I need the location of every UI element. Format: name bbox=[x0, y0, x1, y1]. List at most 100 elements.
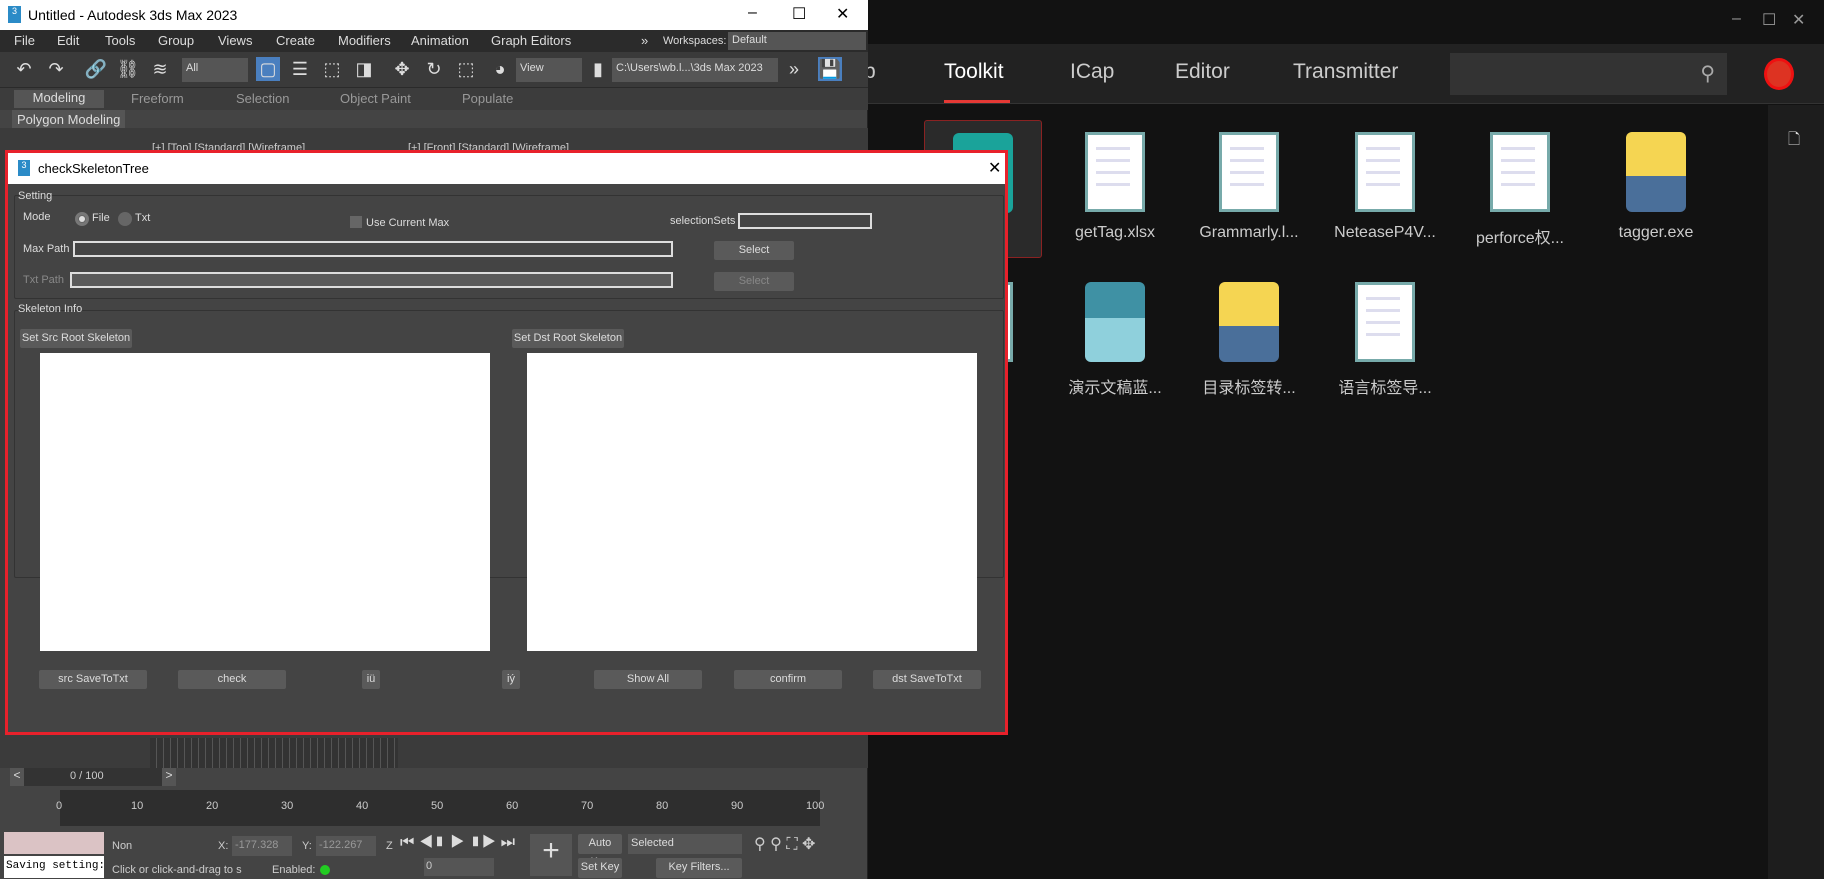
minimize-icon[interactable]: – bbox=[748, 4, 757, 22]
save-icon[interactable]: 💾 bbox=[818, 57, 842, 81]
file-tile[interactable]: 目录标签转... bbox=[1190, 282, 1308, 398]
next-frame-icon[interactable]: > bbox=[162, 768, 176, 786]
file-tile[interactable]: NeteaseP4V... bbox=[1326, 132, 1444, 242]
file-tile[interactable]: 演示文稿蓝... bbox=[1056, 282, 1174, 398]
menu-tools[interactable]: Tools bbox=[105, 33, 135, 48]
track-bar[interactable]: 0 10 20 30 40 50 60 70 80 90 100 bbox=[56, 790, 824, 826]
search-icon[interactable]: ⚲ bbox=[1700, 61, 1715, 86]
maximize-icon[interactable]: ☐ bbox=[1762, 10, 1776, 30]
confirm-button[interactable]: confirm bbox=[734, 670, 842, 689]
txt-path-select-button[interactable]: Select bbox=[714, 272, 794, 291]
pivot-icon[interactable]: ▮ bbox=[586, 57, 610, 81]
maximize-icon[interactable]: ☐ bbox=[792, 4, 806, 24]
scale-icon[interactable]: ⬚ bbox=[454, 57, 478, 81]
more-icon[interactable]: » bbox=[641, 33, 648, 48]
menu-modifiers[interactable]: Modifiers bbox=[338, 33, 391, 48]
src-skeleton-tree[interactable] bbox=[40, 353, 490, 651]
text-file-icon bbox=[1355, 132, 1415, 212]
key-mode-dropdown[interactable]: Selected bbox=[628, 834, 742, 854]
current-frame-spinner[interactable]: 0 bbox=[424, 858, 494, 876]
x-coordinate[interactable]: -177.328 bbox=[232, 836, 292, 856]
use-current-max-checkbox[interactable] bbox=[350, 216, 362, 228]
selection-filter-dropdown[interactable]: All bbox=[182, 58, 248, 82]
select-object-icon[interactable]: ▢ bbox=[256, 57, 280, 81]
next-button[interactable]: iý bbox=[502, 670, 520, 689]
tab-toolkit[interactable]: Toolkit bbox=[944, 60, 1004, 84]
max-path-select-button[interactable]: Select bbox=[714, 241, 794, 260]
redo-icon[interactable]: ↷ bbox=[44, 57, 68, 81]
file-tile-label: 目录标签转... bbox=[1202, 380, 1296, 397]
radio-file[interactable] bbox=[75, 212, 89, 226]
selection-sets-input[interactable] bbox=[738, 213, 872, 229]
close-icon[interactable]: ✕ bbox=[988, 158, 1001, 178]
set-key-icon[interactable]: + bbox=[530, 834, 572, 876]
ref-coord-dropdown[interactable]: View bbox=[516, 58, 582, 82]
check-button[interactable]: check bbox=[178, 670, 286, 689]
file-tile[interactable]: getTag.xlsx bbox=[1056, 132, 1174, 242]
set-key-button[interactable]: Set Key bbox=[578, 858, 622, 878]
dst-save-to-txt-button[interactable]: dst SaveToTxt bbox=[873, 670, 981, 689]
bind-space-warp-icon[interactable]: ≋ bbox=[148, 57, 172, 81]
file-icon[interactable]: 🗋 bbox=[1788, 129, 1800, 154]
polygon-modeling-panel[interactable]: Polygon Modeling bbox=[12, 110, 126, 129]
tab-editor[interactable]: Editor bbox=[1175, 60, 1230, 84]
rotate-icon[interactable]: ↻ bbox=[422, 57, 446, 81]
dst-skeleton-tree[interactable] bbox=[527, 353, 977, 651]
close-icon[interactable]: ✕ bbox=[836, 4, 849, 24]
show-all-button[interactable]: Show All bbox=[594, 670, 702, 689]
menu-animation[interactable]: Animation bbox=[411, 33, 469, 48]
ribbon-tab-selection[interactable]: Selection bbox=[236, 91, 289, 106]
menu-create[interactable]: Create bbox=[276, 33, 315, 48]
radio-txt-label: Txt bbox=[135, 212, 151, 224]
set-dst-root-button[interactable]: Set Dst Root Skeleton bbox=[512, 329, 624, 348]
rect-selection-icon[interactable]: ⬚ bbox=[320, 57, 344, 81]
enabled-indicator[interactable] bbox=[320, 865, 330, 875]
tab-icap[interactable]: ICap bbox=[1070, 60, 1114, 84]
search-input[interactable]: ⚲ bbox=[1450, 53, 1727, 95]
time-slider[interactable]: < 0 / 100 > bbox=[10, 768, 176, 786]
file-tile[interactable]: perforce权... bbox=[1461, 132, 1579, 248]
viewport-navigation-icons[interactable]: ⚲ ⚲ ⛶ ✥ bbox=[754, 834, 815, 854]
file-tile[interactable]: Grammarly.l... bbox=[1190, 132, 1308, 242]
selection-sets-label: selectionSets bbox=[670, 215, 736, 227]
file-tile[interactable]: 语言标签导... bbox=[1326, 282, 1444, 398]
file-tile[interactable]: tagger.exe bbox=[1597, 132, 1715, 242]
radio-txt[interactable] bbox=[118, 212, 132, 226]
select-by-name-icon[interactable]: ☰ bbox=[288, 57, 312, 81]
move-icon[interactable]: ✥ bbox=[390, 57, 414, 81]
more-icon[interactable]: » bbox=[782, 57, 806, 81]
minimize-icon[interactable]: – bbox=[1732, 10, 1741, 28]
key-filters-button[interactable]: Key Filters... bbox=[656, 858, 742, 878]
window-crossing-icon[interactable]: ◨ bbox=[352, 57, 376, 81]
unlink-icon[interactable]: ⛓ bbox=[116, 57, 140, 81]
workspace-dropdown[interactable]: Default bbox=[728, 32, 866, 50]
set-src-root-button[interactable]: Set Src Root Skeleton bbox=[20, 329, 132, 348]
ribbon-tab-populate[interactable]: Populate bbox=[462, 91, 513, 106]
prev-button[interactable]: iü bbox=[362, 670, 380, 689]
max-path-input[interactable] bbox=[73, 241, 673, 257]
prev-frame-icon[interactable]: < bbox=[10, 768, 24, 786]
ribbon-tab-object-paint[interactable]: Object Paint bbox=[340, 91, 411, 106]
ribbon-tab-modeling[interactable]: Modeling bbox=[14, 90, 104, 108]
ribbon: Modeling Freeform Selection Object Paint… bbox=[0, 88, 868, 110]
link-icon[interactable]: 🔗 bbox=[84, 57, 108, 81]
file-tile-label: tagger.exe bbox=[1618, 224, 1694, 241]
src-save-to-txt-button[interactable]: src SaveToTxt bbox=[39, 670, 147, 689]
ribbon-tab-freeform[interactable]: Freeform bbox=[131, 91, 184, 106]
txt-path-input[interactable] bbox=[70, 272, 673, 288]
project-path-dropdown[interactable]: C:\Users\wb.l...\3ds Max 2023 bbox=[612, 58, 778, 82]
playback-controls[interactable]: ⏮ ◀▮ ▶ ▮▶ ⏭ bbox=[400, 834, 515, 852]
auto-key-button[interactable]: Auto Key bbox=[578, 834, 622, 868]
tab-transmitter[interactable]: Transmitter bbox=[1293, 60, 1398, 84]
menu-group[interactable]: Group bbox=[158, 33, 194, 48]
menu-views[interactable]: Views bbox=[218, 33, 252, 48]
menu-edit[interactable]: Edit bbox=[57, 33, 79, 48]
maxscript-listener[interactable]: Saving setting: bbox=[4, 856, 104, 878]
menu-graph-editors[interactable]: Graph Editors bbox=[491, 33, 571, 48]
placement-icon[interactable]: ◕ bbox=[488, 57, 512, 81]
avatar[interactable] bbox=[1764, 58, 1794, 90]
menu-file[interactable]: File bbox=[14, 33, 35, 48]
undo-icon[interactable]: ↶ bbox=[12, 57, 36, 81]
y-coordinate[interactable]: -122.267 bbox=[316, 836, 376, 856]
close-icon[interactable]: ✕ bbox=[1792, 10, 1805, 30]
